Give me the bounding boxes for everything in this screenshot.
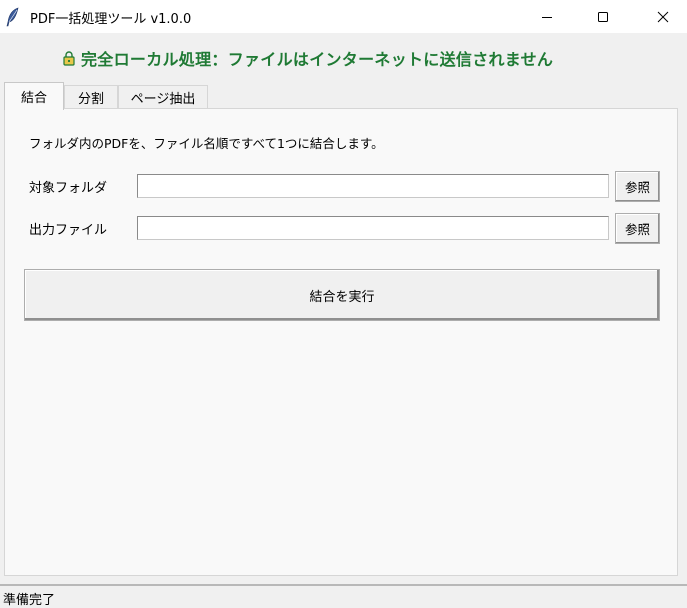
maximize-button[interactable] [580, 0, 626, 33]
maximize-icon [598, 11, 608, 22]
folder-label: 対象フォルダ [29, 181, 108, 196]
window-title: PDF一括処理ツール v1.0.0 [30, 12, 192, 27]
folder-input[interactable] [137, 174, 609, 198]
lock-icon [63, 51, 75, 66]
feather-icon [6, 7, 19, 27]
output-file-input[interactable] [137, 216, 609, 240]
close-icon [657, 11, 669, 22]
privacy-banner: 完全ローカル処理：ファイルはインターネットに送信されません [62, 46, 553, 70]
tab-merge[interactable]: 結合 [4, 82, 64, 110]
title-bar: PDF一括処理ツール v1.0.0 [0, 0, 687, 33]
output-label: 出力ファイル [29, 223, 108, 238]
privacy-banner-text: 完全ローカル処理：ファイルはインターネットに送信されません [81, 50, 554, 69]
browse-output-button[interactable]: 参照 [615, 213, 660, 244]
tab-split[interactable]: 分割 [64, 85, 118, 109]
status-text: 準備完了 [3, 593, 56, 608]
run-merge-button[interactable]: 結合を実行 [24, 269, 660, 321]
minimize-icon [542, 16, 552, 18]
close-button[interactable] [640, 0, 686, 33]
merge-panel: フォルダ内のPDFを、ファイル名順ですべて1つに結合します。 対象フォルダ 参照… [4, 108, 678, 576]
browse-folder-button[interactable]: 参照 [615, 171, 660, 202]
tab-extract-pages[interactable]: ページ抽出 [118, 85, 208, 109]
merge-description: フォルダ内のPDFを、ファイル名順ですべて1つに結合します。 [29, 136, 384, 151]
minimize-button[interactable] [524, 0, 570, 33]
status-bar: 準備完了 [0, 584, 687, 608]
